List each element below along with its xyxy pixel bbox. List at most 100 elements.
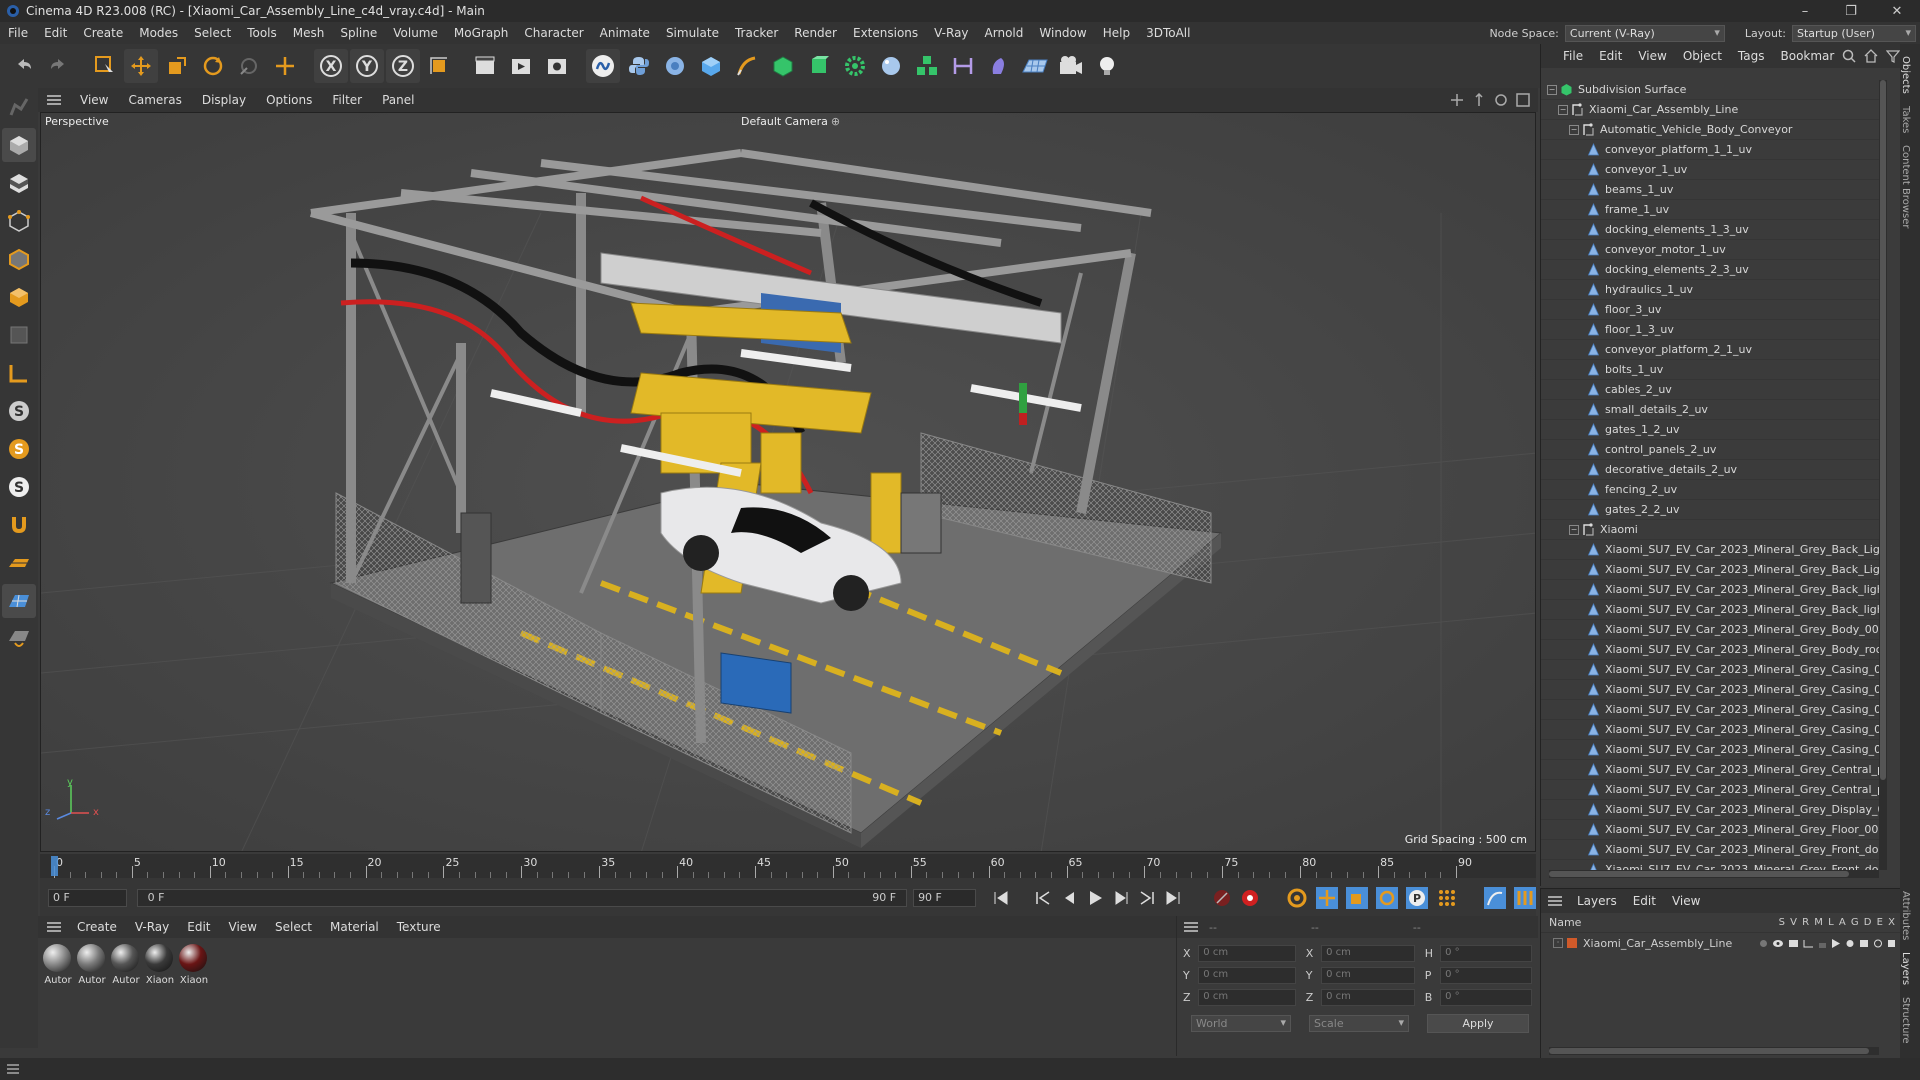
object-row-xiaomi-su7-ev-car-2023-mineral-grey-casing-001[interactable]: Xiaomi_SU7_EV_Car_2023_Mineral_Grey_Casi…	[1541, 660, 1886, 680]
object-row-xiaomi-su7-ev-car-2023-mineral-grey-central-panel-0[interactable]: Xiaomi_SU7_EV_Car_2023_Mineral_Grey_Cent…	[1541, 760, 1886, 780]
material-menu-v-ray[interactable]: V-Ray	[126, 920, 178, 934]
python-generator-button[interactable]	[622, 49, 656, 83]
object-row-floor-1-3-uv[interactable]: floor_1_3_uv	[1541, 320, 1886, 340]
workplane-grid-button[interactable]	[2, 622, 36, 656]
viewport-menu-cameras[interactable]: Cameras	[118, 93, 191, 107]
home-icon[interactable]	[1864, 49, 1878, 63]
expand-toggle[interactable]: −	[1547, 84, 1557, 95]
grid-button[interactable]	[2, 584, 36, 618]
light-button[interactable]	[1090, 49, 1124, 83]
points-mode-button[interactable]	[2, 204, 36, 238]
object-row-automatic-vehicle-body-conveyor[interactable]: − Automatic_Vehicle_Body_Conveyor	[1541, 120, 1886, 140]
object-menu-object[interactable]: Object	[1675, 49, 1730, 63]
cube-primitive-button[interactable]	[694, 49, 728, 83]
manager-icon[interactable]	[1803, 939, 1814, 948]
render-to-picture-viewer-button[interactable]	[504, 49, 538, 83]
snap-button[interactable]: S	[2, 394, 36, 428]
render-icon[interactable]	[1788, 939, 1799, 948]
key-rotation-icon[interactable]	[1375, 887, 1398, 909]
expand-toggle[interactable]: −	[1569, 524, 1579, 535]
move-tool-button[interactable]	[124, 49, 158, 83]
object-row-frame-1-uv[interactable]: frame_1_uv	[1541, 200, 1886, 220]
hamburger-icon[interactable]	[46, 94, 62, 106]
next-frame-icon[interactable]	[1112, 889, 1130, 907]
object-tree-scrollbar[interactable]	[1879, 80, 1887, 870]
zoom-view-icon[interactable]	[1472, 93, 1486, 107]
extrude-button[interactable]	[802, 49, 836, 83]
render-settings-button[interactable]	[540, 49, 574, 83]
current-frame-field[interactable]: 0 F	[48, 889, 127, 907]
object-menu-file[interactable]: File	[1555, 49, 1591, 63]
key-position-icon[interactable]	[1315, 887, 1338, 909]
motion-path-icon[interactable]	[1483, 887, 1506, 909]
snap-toggle-button[interactable]: S	[2, 470, 36, 504]
object-row-bolts-1-uv[interactable]: bolts_1_uv	[1541, 360, 1886, 380]
position-field[interactable]: 0 cm	[1198, 988, 1296, 1006]
filter-icon[interactable]	[1886, 49, 1901, 63]
size-field[interactable]: 0 cm	[1321, 966, 1415, 984]
object-row-beams-1-uv[interactable]: beams_1_uv	[1541, 180, 1886, 200]
object-row-xiaomi-su7-ev-car-2023-mineral-grey-floor-001[interactable]: Xiaomi_SU7_EV_Car_2023_Mineral_Grey_Floo…	[1541, 820, 1886, 840]
camera-button[interactable]	[1054, 49, 1088, 83]
expressions-icon[interactable]	[1873, 939, 1883, 948]
rotation-field[interactable]: 0 °	[1440, 966, 1532, 984]
material-swatch[interactable]: Autor	[76, 944, 106, 1050]
rotate-view-icon[interactable]	[1494, 93, 1508, 107]
material-menu-select[interactable]: Select	[266, 920, 321, 934]
layer-flag-icons[interactable]	[1759, 938, 1900, 948]
menu-modes[interactable]: Modes	[131, 26, 186, 40]
maximize-view-icon[interactable]	[1516, 93, 1530, 107]
go-to-start-icon[interactable]	[992, 889, 1010, 907]
timeline-window-icon[interactable]	[1513, 887, 1536, 909]
3d-viewport[interactable]: Perspective Default Camera ⊕ y z x Grid S…	[40, 112, 1536, 852]
object-row-xiaomi-su7-ev-car-2023-mineral-grey-display-001[interactable]: Xiaomi_SU7_EV_Car_2023_Mineral_Grey_Disp…	[1541, 800, 1886, 820]
object-row-cables-2-uv[interactable]: cables_2_uv	[1541, 380, 1886, 400]
material-swatch[interactable]: Autor	[42, 944, 72, 1050]
object-row-xiaomi-su7-ev-car-2023-mineral-grey-casing-003[interactable]: Xiaomi_SU7_EV_Car_2023_Mineral_Grey_Casi…	[1541, 700, 1886, 720]
material-menu-create[interactable]: Create	[68, 920, 126, 934]
menu-mograph[interactable]: MoGraph	[446, 26, 517, 40]
tab-structure[interactable]: Structure	[1900, 991, 1911, 1050]
layer-menu-view[interactable]: View	[1664, 894, 1708, 908]
tab-attributes[interactable]: Attributes	[1900, 885, 1911, 946]
position-field[interactable]: 0 cm	[1198, 966, 1296, 984]
rotation-field[interactable]: 0 °	[1440, 988, 1532, 1006]
object-row-xiaomi-su7-ev-car-2023-mineral-grey-back-lights-001[interactable]: Xiaomi_SU7_EV_Car_2023_Mineral_Grey_Back…	[1541, 540, 1886, 560]
eye-icon[interactable]	[1772, 939, 1784, 948]
viewport-menu-display[interactable]: Display	[192, 93, 256, 107]
material-menu-view[interactable]: View	[220, 920, 266, 934]
texture-mode-button[interactable]	[2, 166, 36, 200]
key-pla-icon[interactable]	[1436, 887, 1458, 909]
menu-select[interactable]: Select	[186, 26, 239, 40]
rotate-tool-button[interactable]	[196, 49, 230, 83]
hamburger-icon-layers[interactable]	[1547, 895, 1563, 907]
playhead[interactable]	[51, 856, 58, 876]
x-axis-lock-button[interactable]: X	[314, 49, 348, 83]
menu-tools[interactable]: Tools	[239, 26, 285, 40]
apply-button[interactable]: Apply	[1427, 1013, 1529, 1033]
viewport-menu-options[interactable]: Options	[256, 93, 322, 107]
previous-frame-icon[interactable]	[1060, 889, 1078, 907]
material-swatch[interactable]: Autor	[110, 944, 140, 1050]
transform-tool-button[interactable]	[268, 49, 302, 83]
object-row-xiaomi-su7-ev-car-2023-mineral-grey-back-lights-glas[interactable]: Xiaomi_SU7_EV_Car_2023_Mineral_Grey_Back…	[1541, 600, 1886, 620]
menu-create[interactable]: Create	[75, 26, 131, 40]
object-tree-hscrollbar[interactable]	[1549, 870, 1879, 878]
live-selection-button[interactable]	[88, 49, 122, 83]
rotation-field[interactable]: 0 °	[1440, 944, 1532, 962]
object-row-fencing-2-uv[interactable]: fencing_2_uv	[1541, 480, 1886, 500]
redo-button[interactable]	[42, 49, 76, 83]
menu-window[interactable]: Window	[1031, 26, 1094, 40]
object-row-xiaomi-su7-ev-car-2023-mineral-grey-body-roof-001[interactable]: Xiaomi_SU7_EV_Car_2023_Mineral_Grey_Body…	[1541, 640, 1886, 660]
object-row-small-details-2-uv[interactable]: small_details_2_uv	[1541, 400, 1886, 420]
object-row-xiaomi-su7-ev-car-2023-mineral-grey-back-lights-002[interactable]: Xiaomi_SU7_EV_Car_2023_Mineral_Grey_Back…	[1541, 560, 1886, 580]
object-row-gates-1-2-uv[interactable]: gates_1_2_uv	[1541, 420, 1886, 440]
z-axis-lock-button[interactable]: Z	[386, 49, 420, 83]
object-row-floor-3-uv[interactable]: floor_3_uv	[1541, 300, 1886, 320]
keyframe-selection-icon[interactable]	[1286, 887, 1308, 909]
tab-content-browser[interactable]: Content Browser	[1900, 139, 1911, 234]
position-field[interactable]: 0 cm	[1198, 944, 1296, 962]
minimize-button[interactable]: –	[1782, 4, 1828, 19]
generators-icon[interactable]	[1845, 939, 1855, 948]
polygons-mode-button[interactable]	[2, 280, 36, 314]
